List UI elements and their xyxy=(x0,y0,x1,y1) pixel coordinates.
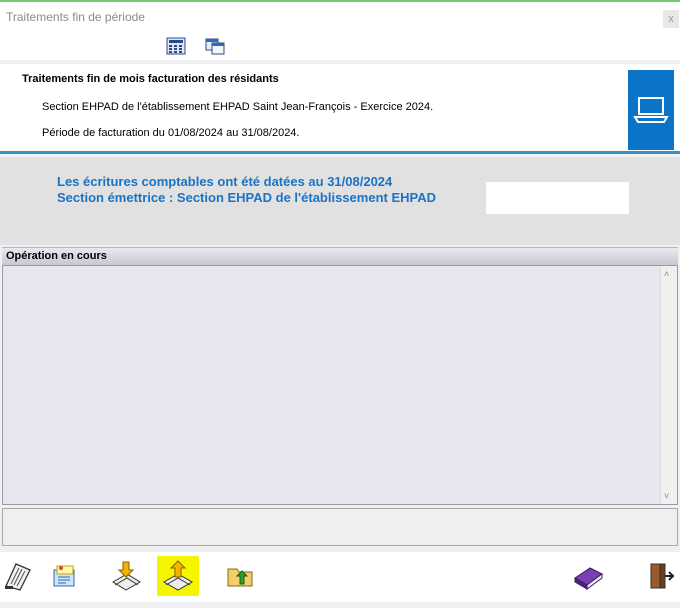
operation-header: Opération en cours xyxy=(2,247,678,265)
section-info: Section EHPAD de l'établissement EHPAD S… xyxy=(42,101,434,113)
message-area: Les écritures comptables ont été datées … xyxy=(0,157,680,245)
computer-icon xyxy=(628,70,674,150)
upload-docs-icon[interactable] xyxy=(157,556,199,596)
folder-notes-icon[interactable] xyxy=(51,560,83,592)
header-title: Traitements fin de mois facturation des … xyxy=(22,73,279,85)
issuing-section-message: Section émettrice : Section EHPAD de l'é… xyxy=(57,190,436,205)
blank-field xyxy=(486,182,629,214)
calculator-icon[interactable] xyxy=(166,37,186,55)
exit-door-icon[interactable] xyxy=(645,560,677,592)
operation-scrollbar[interactable]: ˄ ˅ xyxy=(660,266,677,504)
download-docs-icon[interactable] xyxy=(110,560,142,592)
operation-log[interactable]: ˄ ˅ xyxy=(2,265,678,505)
chevron-down-icon[interactable]: ˅ xyxy=(664,491,669,501)
title-bar: Traitements fin de période x xyxy=(0,2,680,32)
book-icon[interactable] xyxy=(572,560,604,592)
header-panel: Traitements fin de mois facturation des … xyxy=(0,64,680,154)
window-copy-icon[interactable] xyxy=(205,37,225,55)
folder-up-icon[interactable] xyxy=(225,560,257,592)
close-button[interactable]: x xyxy=(663,10,679,28)
top-toolbar xyxy=(0,32,680,60)
accounting-date-message: Les écritures comptables ont été datées … xyxy=(57,174,393,189)
billing-period: Période de facturation du 01/08/2024 au … xyxy=(42,127,300,139)
document-print-icon[interactable] xyxy=(2,560,34,592)
chevron-up-icon[interactable]: ˄ xyxy=(664,269,669,279)
window-title: Traitements fin de période xyxy=(6,10,145,24)
operation-header-label: Opération en cours xyxy=(6,250,107,262)
status-box xyxy=(2,508,678,546)
bottom-toolbar xyxy=(0,552,680,602)
